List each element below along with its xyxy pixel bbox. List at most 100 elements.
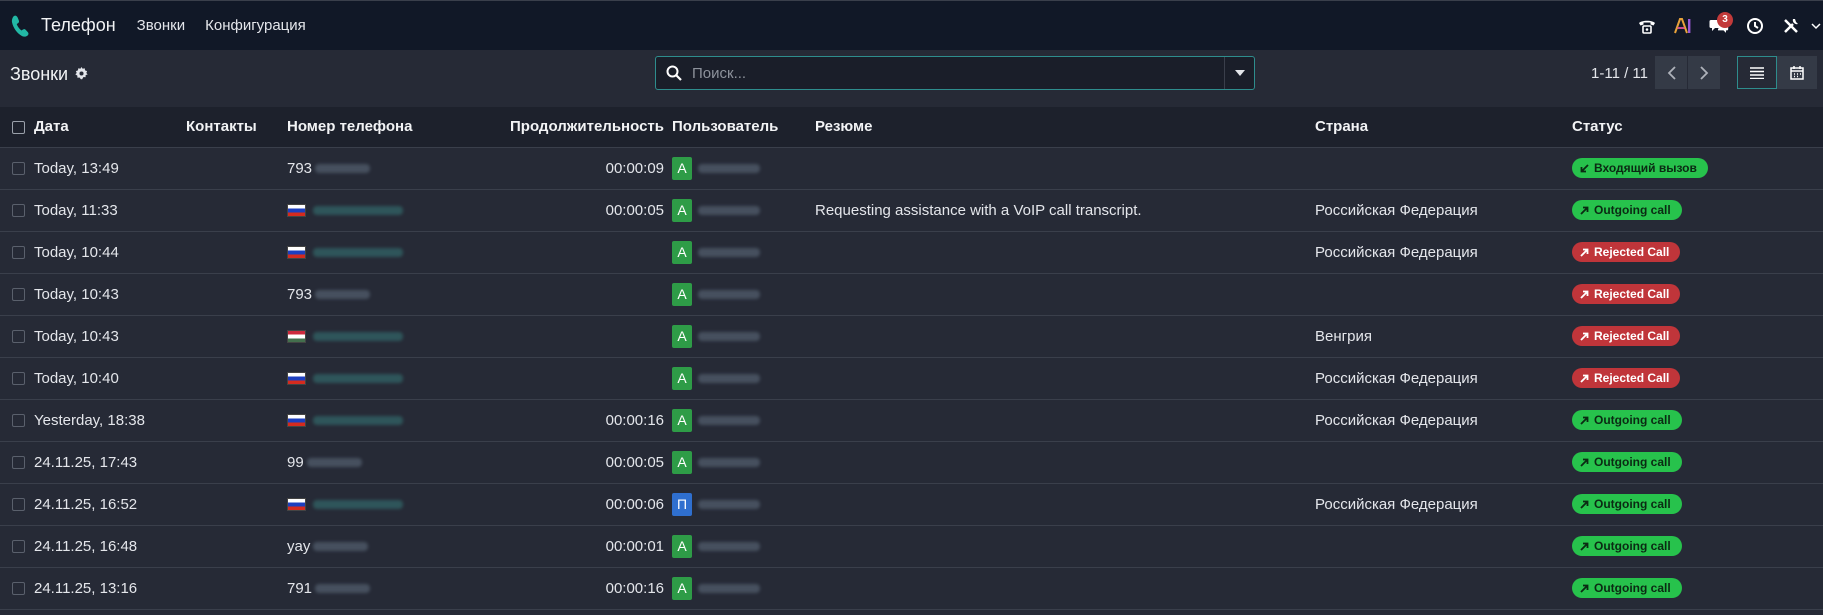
row-checkbox[interactable] [12, 330, 25, 344]
row-checkbox[interactable] [12, 246, 25, 260]
avatar[interactable]: П [672, 492, 692, 516]
cell-country: Российская Федерация [1315, 411, 1478, 429]
avatar[interactable]: A [672, 198, 692, 222]
column-header-status[interactable]: Статус [1572, 107, 1823, 147]
table-row[interactable]: 24.11.25, 13:16 791 00:00:16 A Outgoing call [0, 567, 1823, 609]
row-select-cell[interactable] [0, 483, 34, 525]
user[interactable]: A [672, 316, 815, 357]
row-checkbox[interactable] [12, 498, 25, 512]
user[interactable]: A [672, 568, 815, 609]
pager-next-button[interactable] [1688, 56, 1721, 89]
column-header-date[interactable]: Дата [34, 107, 186, 147]
select-all-cell[interactable] [0, 107, 34, 147]
row-checkbox[interactable] [12, 582, 25, 596]
row-select-cell[interactable] [0, 357, 34, 399]
cell-user[interactable]: П [672, 483, 815, 525]
cell-user[interactable]: A [672, 231, 815, 273]
user[interactable]: A [672, 400, 815, 441]
user[interactable]: A [672, 358, 815, 399]
column-header-summary[interactable]: Резюме [815, 107, 1315, 147]
avatar[interactable]: A [672, 450, 692, 474]
row-select-cell[interactable] [0, 399, 34, 441]
chat-icon[interactable]: 3 [1701, 1, 1737, 51]
row-checkbox[interactable] [12, 204, 25, 218]
avatar[interactable]: A [672, 282, 692, 306]
avatar[interactable]: A [672, 576, 692, 600]
row-checkbox[interactable] [12, 540, 25, 554]
search-input[interactable] [692, 58, 1224, 88]
avatar[interactable]: A [672, 366, 692, 390]
ai-icon[interactable] [1665, 1, 1701, 51]
table-row[interactable]: 24.11.25, 17:43 99 00:00:05 A Outgoing call [0, 441, 1823, 483]
avatar[interactable]: A [672, 534, 692, 558]
column-header-duration[interactable]: Продолжительность [447, 107, 672, 147]
row-checkbox[interactable] [12, 372, 25, 386]
column-header-contacts[interactable]: Контакты [186, 107, 287, 147]
cell-user[interactable]: A [672, 441, 815, 483]
avatar[interactable]: A [672, 240, 692, 264]
pager-previous-button[interactable] [1655, 56, 1688, 89]
cell-user[interactable]: A [672, 147, 815, 189]
row-select-cell[interactable] [0, 525, 34, 567]
user[interactable]: A [672, 274, 815, 315]
cell-user[interactable]: A [672, 567, 815, 609]
cell-user[interactable]: A [672, 357, 815, 399]
table-row[interactable]: 24.11.25, 16:52 00:00:06 П Российская Федер… [0, 483, 1823, 525]
gear-icon[interactable] [75, 64, 88, 85]
cell-user[interactable]: A [672, 315, 815, 357]
menu-item-calls[interactable]: Звонки [137, 17, 185, 34]
control-panel: Звонки 1-11 / 11 [0, 50, 1823, 107]
table-row[interactable]: Yesterday, 18:38 00:00:16 A Российская Феде… [0, 399, 1823, 441]
cell-user[interactable]: A [672, 273, 815, 315]
tools-icon[interactable] [1773, 1, 1809, 51]
avatar[interactable]: A [672, 156, 692, 180]
row-select-cell[interactable] [0, 231, 34, 273]
user[interactable]: A [672, 232, 815, 273]
column-header-phone[interactable]: Номер телефона [287, 107, 447, 147]
row-checkbox[interactable] [12, 288, 25, 302]
more-icon[interactable] [1809, 1, 1823, 51]
voip-phone-icon[interactable] [1629, 1, 1665, 51]
app-title[interactable]: Телефон [41, 15, 116, 36]
redacted-user-name [698, 289, 760, 299]
search-options-toggle[interactable] [1224, 57, 1254, 89]
clock-icon[interactable] [1737, 1, 1773, 51]
user[interactable]: A [672, 148, 815, 189]
phone-icon[interactable] [10, 11, 32, 41]
cell-user[interactable]: A [672, 525, 815, 567]
row-select-cell[interactable] [0, 567, 34, 609]
user[interactable]: П [672, 484, 815, 525]
avatar[interactable]: A [672, 324, 692, 348]
row-select-cell[interactable] [0, 147, 34, 189]
row-select-cell[interactable] [0, 273, 34, 315]
menu-item-configuration[interactable]: Конфигурация [205, 17, 306, 34]
row-select-cell[interactable] [0, 315, 34, 357]
user[interactable]: A [672, 526, 815, 567]
calendar-view-button[interactable] [1777, 56, 1817, 89]
redacted-user-name [698, 373, 760, 383]
row-checkbox[interactable] [12, 162, 25, 176]
pager-value[interactable]: 1-11 / 11 [1591, 65, 1648, 82]
table-row[interactable]: Today, 10:43 A Венгрия Rejected Call [0, 315, 1823, 357]
cell-user[interactable]: A [672, 399, 815, 441]
user[interactable]: A [672, 190, 815, 231]
row-checkbox[interactable] [12, 456, 25, 470]
flag-russia-icon [287, 245, 306, 259]
table-row[interactable]: Today, 10:43 793 A Rejected Call [0, 273, 1823, 315]
table-row[interactable]: 24.11.25, 16:48 yay 00:00:01 A Outgoing call [0, 525, 1823, 567]
row-checkbox[interactable] [12, 414, 25, 428]
list-view-button[interactable] [1737, 56, 1777, 89]
user[interactable]: A [672, 442, 815, 483]
column-header-country[interactable]: Страна [1315, 107, 1572, 147]
table-row[interactable]: Today, 11:33 00:00:05 A Requesting assistan… [0, 189, 1823, 231]
column-header-user[interactable]: Пользователь [672, 107, 815, 147]
phone-number: 793 [287, 148, 447, 189]
row-select-cell[interactable] [0, 441, 34, 483]
table-row[interactable]: Today, 10:44 A Российская Федерация Rejecte… [0, 231, 1823, 273]
cell-user[interactable]: A [672, 189, 815, 231]
table-row[interactable]: Today, 10:40 A Российская Федерация Rejecte… [0, 357, 1823, 399]
row-select-cell[interactable] [0, 189, 34, 231]
avatar[interactable]: A [672, 408, 692, 432]
table-row[interactable]: Today, 13:49 793 00:00:09 A Входящий вызов [0, 147, 1823, 189]
select-all-checkbox[interactable] [12, 120, 25, 134]
